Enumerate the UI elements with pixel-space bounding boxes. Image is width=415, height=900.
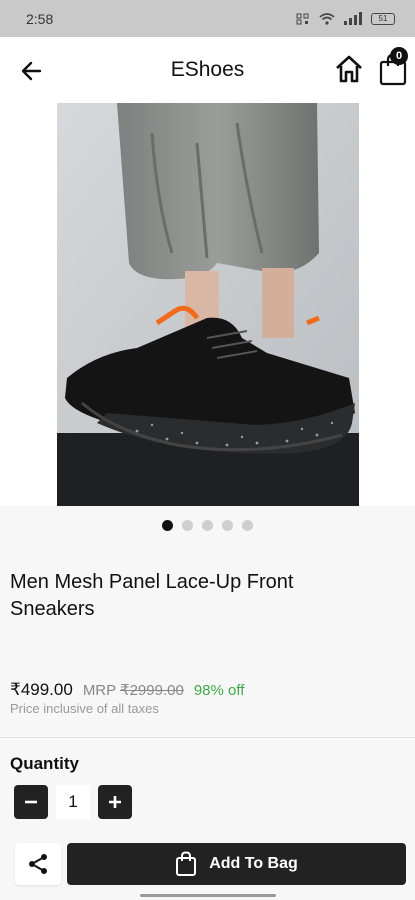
mrp-value: ₹2999.00 xyxy=(120,682,184,699)
bag-count-badge: 0 xyxy=(390,47,408,65)
gallery-dot[interactable] xyxy=(182,520,193,531)
status-time: 2:58 xyxy=(26,10,54,27)
product-name: Men Mesh Panel Lace-Up Front Sneakers xyxy=(10,571,294,620)
divider xyxy=(0,737,415,738)
tax-note: Price inclusive of all taxes xyxy=(10,701,159,716)
add-to-bag-button[interactable]: Add To Bag xyxy=(67,843,406,885)
share-icon xyxy=(29,854,47,874)
data-icon xyxy=(296,13,309,24)
arrow-left-icon xyxy=(21,61,42,81)
battery-icon: 51 xyxy=(371,12,395,25)
gallery-dots xyxy=(0,520,415,531)
quantity-stepper: 1 xyxy=(14,785,132,819)
minus-icon xyxy=(25,800,37,804)
add-to-bag-label: Add To Bag xyxy=(209,855,298,872)
decrease-quantity-button[interactable] xyxy=(14,785,48,819)
home-icon xyxy=(336,55,362,83)
quantity-label: Quantity xyxy=(10,754,79,773)
battery-level: 51 xyxy=(378,14,388,23)
increase-quantity-button[interactable] xyxy=(98,785,132,819)
signal-icon xyxy=(344,11,362,25)
home-indicator[interactable] xyxy=(140,894,276,897)
mrp-label: MRP xyxy=(82,682,116,699)
share-button[interactable] xyxy=(15,843,61,885)
wifi-icon xyxy=(319,12,335,25)
back-button[interactable] xyxy=(18,57,46,85)
product-price: ₹499.00 xyxy=(10,680,73,699)
gallery-dot[interactable] xyxy=(222,520,233,531)
home-button[interactable] xyxy=(333,53,365,85)
product-gallery[interactable] xyxy=(0,103,415,506)
shopping-bag-icon xyxy=(176,851,197,876)
gallery-dot[interactable] xyxy=(202,520,213,531)
discount-badge: 98% off xyxy=(193,682,245,699)
gallery-dot[interactable] xyxy=(242,520,253,531)
product-image[interactable] xyxy=(57,103,359,506)
quantity-value: 1 xyxy=(56,785,90,819)
gallery-dot-active[interactable] xyxy=(162,520,173,531)
mrp: MRP ₹2999.00 xyxy=(83,681,184,699)
status-icons: 51 xyxy=(296,11,395,26)
plus-icon xyxy=(109,796,121,808)
price-row: ₹499.00 MRP ₹2999.00 98% off xyxy=(10,680,244,700)
app-bar: EShoes xyxy=(0,37,415,103)
status-bar: 2:58 51 xyxy=(0,0,415,37)
